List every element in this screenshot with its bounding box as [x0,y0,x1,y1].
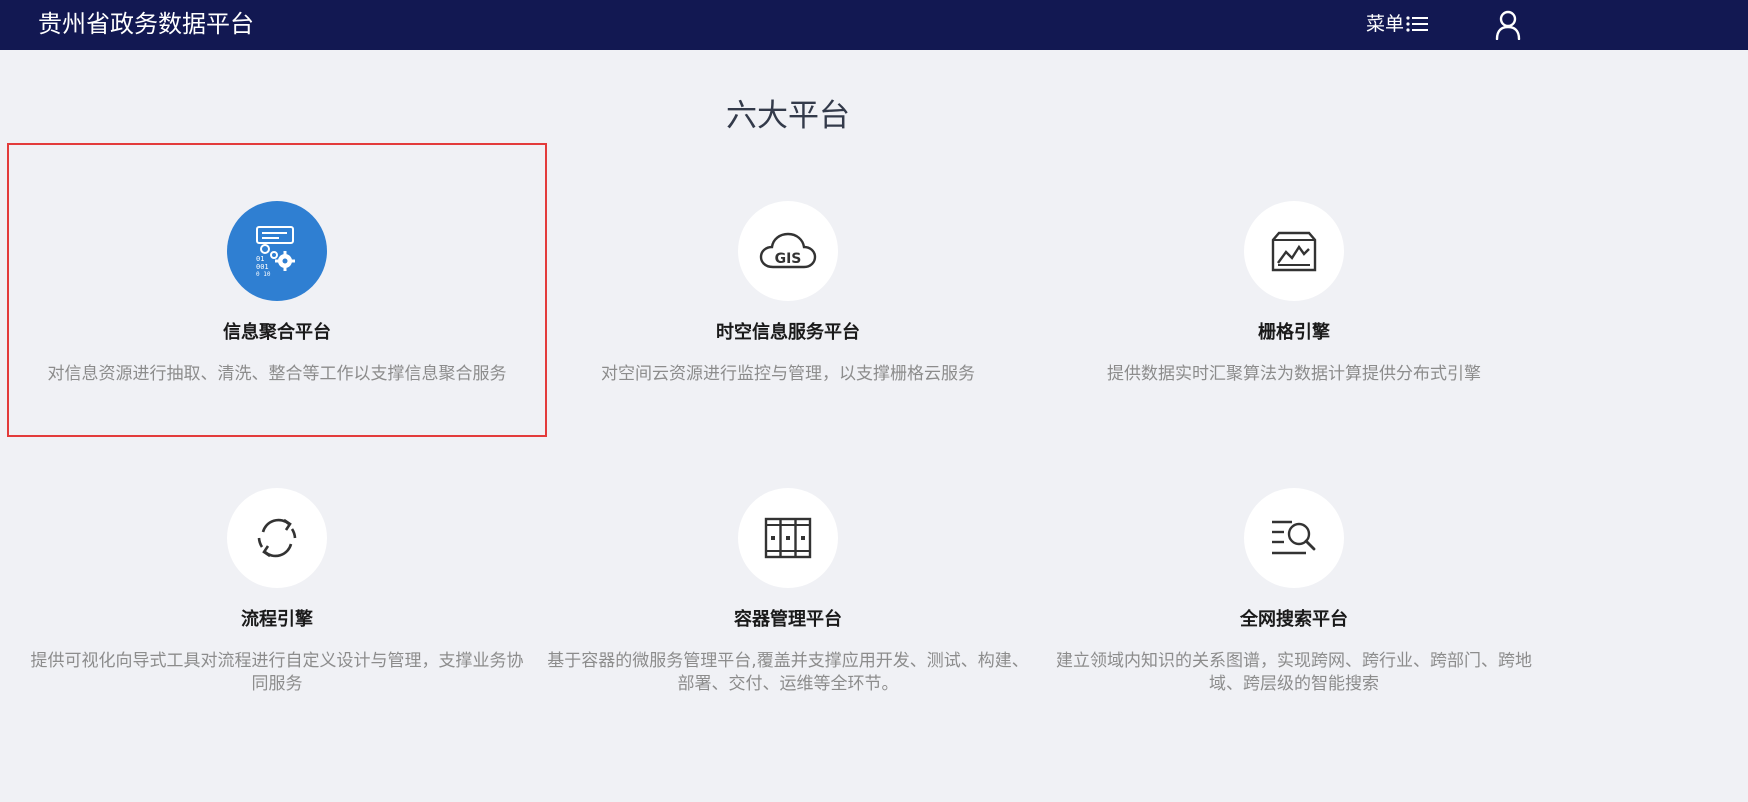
platform-description: 对信息资源进行抽取、清洗、整合等工作以支撑信息聚合服务 [47,364,507,384]
platform-description: 基于容器的微服务管理平台,覆盖并支撑应用开发、测试、构建、部署、交付、运维等全环… [547,651,1029,694]
platform-card-spatiotemporal[interactable]: GIS 时空信息服务平台 对空间云资源进行监控与管理，以支撑栅格云服务 [520,145,1056,435]
section-title: 六大平台 [726,98,850,134]
data-gears-icon: 01 001 0 10 [227,201,327,301]
svg-text:01: 01 [256,255,264,263]
list-search-icon [1244,488,1344,588]
platform-card-process-engine[interactable]: 流程引擎 提供可视化向导式工具对流程进行自定义设计与管理，支撑业务协同服务 [9,432,545,722]
site-title[interactable]: 贵州省政务数据平台 [38,9,254,39]
svg-text:0 10: 0 10 [256,271,271,277]
platform-title: 时空信息服务平台 [716,322,860,343]
platform-title: 信息聚合平台 [223,322,331,343]
platform-card-network-search[interactable]: 全网搜索平台 建立领域内知识的关系图谱，实现跨网、跨行业、跨部门、跨地域、跨层级… [1026,432,1562,722]
svg-text:GIS: GIS [775,251,802,267]
platform-card-info-aggregation[interactable]: 01 001 0 10 信息聚合平台 对信息资源进行抽取、清洗、整合等工作以支撑… [7,143,547,437]
platform-title: 栅格引擎 [1258,322,1330,343]
refresh-cycle-icon [227,488,327,588]
platform-title: 全网搜索平台 [1240,609,1348,630]
raster-chart-icon [1244,201,1344,301]
user-icon[interactable] [1494,10,1522,41]
menu-label: 菜单 [1366,13,1405,35]
platform-title: 容器管理平台 [734,609,842,630]
menu-button[interactable]: 菜单 [1366,12,1429,36]
gis-cloud-icon: GIS [738,201,838,301]
platform-title: 流程引擎 [241,609,313,630]
platform-card-raster-engine[interactable]: 栅格引擎 提供数据实时汇聚算法为数据计算提供分布式引擎 [1026,145,1562,435]
platform-description: 对空间云资源进行监控与管理，以支撑栅格云服务 [601,364,975,384]
hamburger-icon [1406,14,1429,34]
platform-card-container-management[interactable]: 容器管理平台 基于容器的微服务管理平台,覆盖并支撑应用开发、测试、构建、部署、交… [520,432,1056,722]
platform-description: 建立领域内知识的关系图谱，实现跨网、跨行业、跨部门、跨地域、跨层级的智能搜索 [1056,651,1532,694]
container-racks-icon [738,488,838,588]
svg-text:001: 001 [256,263,269,271]
top-navigation-bar: 贵州省政务数据平台 菜单 [0,0,1748,50]
platform-description: 提供可视化向导式工具对流程进行自定义设计与管理，支撑业务协同服务 [30,651,524,694]
platform-description: 提供数据实时汇聚算法为数据计算提供分布式引擎 [1107,364,1481,384]
